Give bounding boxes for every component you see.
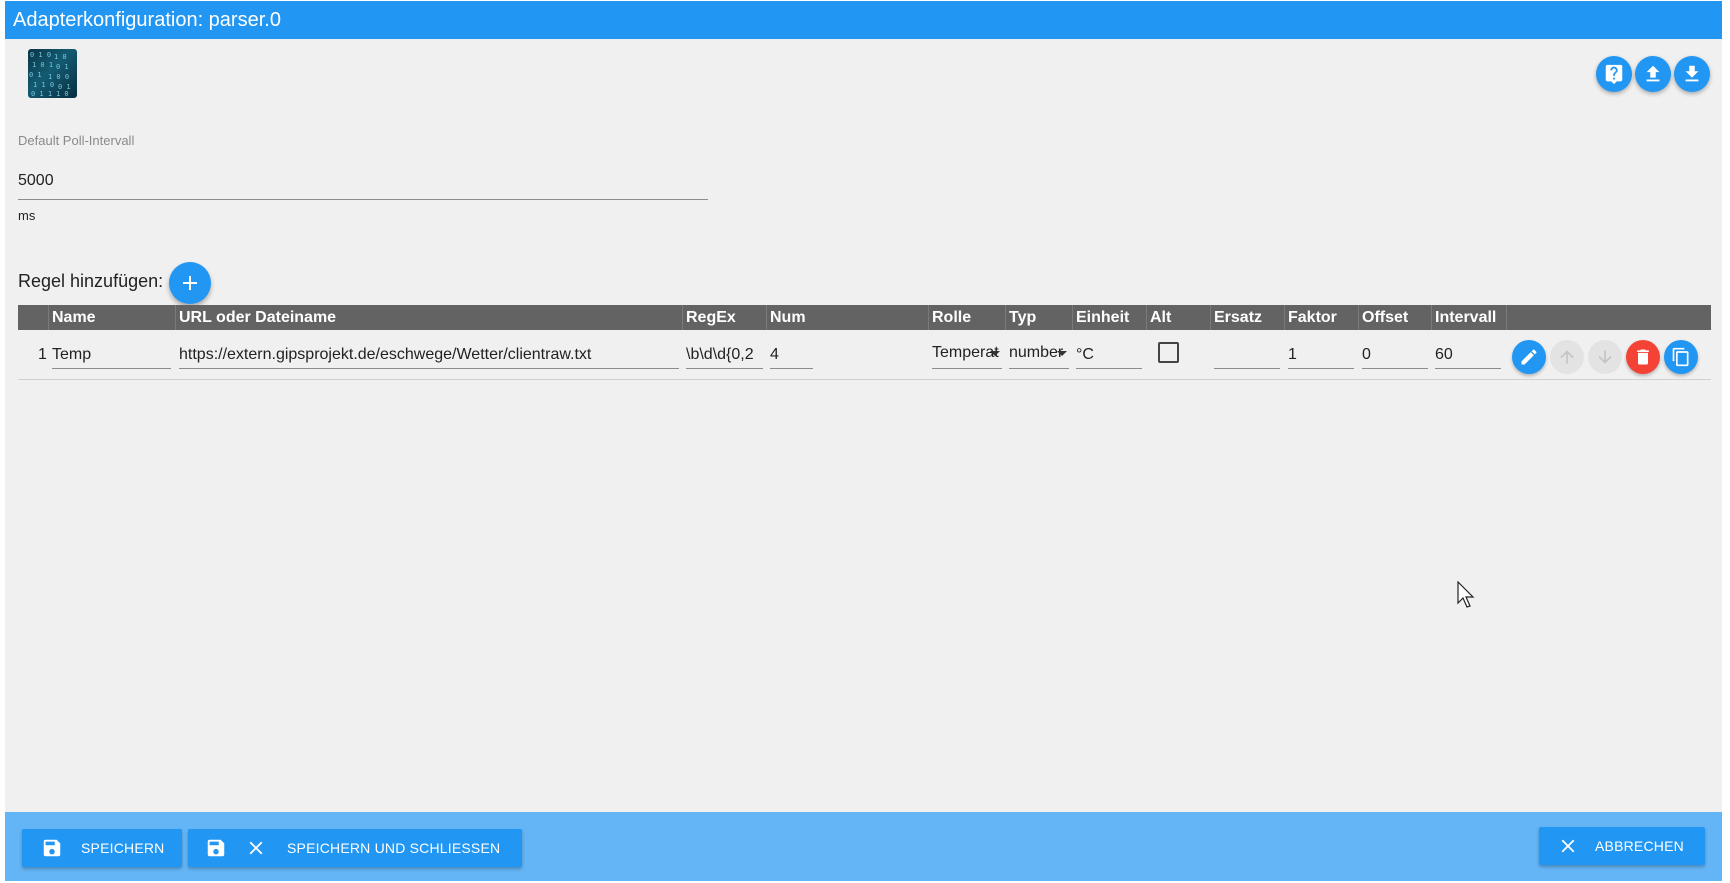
trash-icon bbox=[1637, 349, 1649, 365]
floppy-icon bbox=[43, 839, 61, 857]
close-icon bbox=[1561, 839, 1575, 853]
col-actions bbox=[1506, 305, 1711, 330]
mouse-cursor-icon bbox=[1457, 581, 1475, 608]
save-close-button[interactable]: SPEICHERN UND SCHLIESSEN bbox=[188, 829, 522, 867]
svg-text:0 1 1: 0 1 1 bbox=[31, 90, 52, 98]
rule-num-input[interactable] bbox=[770, 341, 813, 369]
svg-text:1 0 0: 1 0 0 bbox=[48, 73, 69, 81]
col-alt: Alt bbox=[1146, 305, 1210, 330]
col-regex: RegEx bbox=[682, 305, 766, 330]
poll-interval-input[interactable] bbox=[18, 163, 708, 200]
col-rolle: Rolle bbox=[928, 305, 1005, 330]
footer-bar: SPEICHERN SPEICHERN UND SCHLIESSEN ABBRE… bbox=[5, 812, 1722, 881]
col-einheit: Einheit bbox=[1072, 305, 1146, 330]
rules-table-header: Name URL oder Dateiname RegEx Num Rolle … bbox=[18, 305, 1711, 330]
move-down-button[interactable] bbox=[1588, 340, 1622, 374]
rule-unit-input[interactable] bbox=[1076, 341, 1142, 369]
pencil-icon bbox=[1521, 349, 1537, 365]
help-button[interactable] bbox=[1596, 56, 1632, 92]
arrow-down-icon bbox=[1598, 350, 1612, 364]
col-num: Num bbox=[766, 305, 928, 330]
upload-button[interactable] bbox=[1635, 56, 1671, 92]
rule-name-input[interactable] bbox=[52, 341, 171, 369]
rule-regex-input[interactable] bbox=[686, 341, 763, 369]
help-icon bbox=[1605, 64, 1623, 85]
dropdown-arrow-icon bbox=[990, 351, 1000, 356]
move-up-button[interactable] bbox=[1550, 340, 1584, 374]
rule-ersatz-input[interactable] bbox=[1214, 341, 1280, 369]
save-button[interactable]: SPEICHERN bbox=[22, 829, 182, 867]
plus-icon bbox=[183, 276, 197, 290]
save-button-label: SPEICHERN bbox=[81, 840, 165, 856]
add-rule-button[interactable] bbox=[169, 262, 211, 304]
arrow-up-icon bbox=[1560, 350, 1574, 364]
svg-text:1 0 1: 1 0 1 bbox=[32, 61, 53, 69]
dropdown-arrow-icon bbox=[1057, 351, 1067, 356]
col-faktor: Faktor bbox=[1284, 305, 1358, 330]
poll-interval-label: Default Poll-Intervall bbox=[18, 133, 135, 148]
download-button[interactable] bbox=[1674, 56, 1710, 92]
col-name: Name bbox=[48, 305, 175, 330]
col-intervall: Intervall bbox=[1431, 305, 1506, 330]
cancel-button-label: ABBRECHEN bbox=[1595, 838, 1684, 854]
svg-text:1 0: 1 0 bbox=[54, 53, 67, 61]
rule-offset-input[interactable] bbox=[1362, 341, 1428, 369]
floppy-icon bbox=[207, 839, 225, 857]
col-offset: Offset bbox=[1358, 305, 1431, 330]
row-index: 1 bbox=[38, 346, 47, 363]
download-icon bbox=[1685, 65, 1699, 82]
rule-type-select[interactable]: number bbox=[1009, 341, 1069, 369]
window-title: Adapterkonfiguration: parser.0 bbox=[5, 1, 1722, 39]
svg-text:1 1 0: 1 1 0 bbox=[33, 81, 54, 89]
rule-alt-checkbox[interactable] bbox=[1158, 342, 1179, 363]
save-close-button-label: SPEICHERN UND SCHLIESSEN bbox=[287, 840, 501, 856]
svg-text:1 0: 1 0 bbox=[56, 90, 69, 98]
rule-url-input[interactable] bbox=[179, 341, 679, 369]
rule-interval-input[interactable] bbox=[1435, 341, 1501, 369]
col-url: URL oder Dateiname bbox=[175, 305, 682, 330]
adapter-config-window: Adapterkonfiguration: parser.0 0 1 0 1 0… bbox=[5, 1, 1722, 881]
copy-icon bbox=[1672, 347, 1689, 367]
cancel-button[interactable]: ABBRECHEN bbox=[1539, 827, 1705, 865]
delete-rule-button[interactable] bbox=[1626, 340, 1660, 374]
svg-text:0 1: 0 1 bbox=[56, 63, 69, 71]
col-typ: Typ bbox=[1005, 305, 1072, 330]
svg-text:0 1 0: 0 1 0 bbox=[30, 51, 51, 59]
add-rule-label: Regel hinzufügen: bbox=[18, 271, 164, 291]
rule-role-select[interactable]: Temperat bbox=[932, 341, 1002, 369]
adapter-logo: 0 1 0 1 0 1 0 1 0 1 0 1 1 0 0 1 1 0 0 1 … bbox=[28, 49, 77, 98]
col-ersatz: Ersatz bbox=[1210, 305, 1284, 330]
table-row: 1 Temperat number bbox=[18, 332, 1711, 380]
close-icon bbox=[249, 841, 263, 855]
upload-icon bbox=[1646, 65, 1660, 82]
poll-interval-unit: ms bbox=[18, 208, 36, 223]
rule-factor-input[interactable] bbox=[1288, 341, 1354, 369]
copy-rule-button[interactable] bbox=[1664, 340, 1698, 374]
svg-text:0 1: 0 1 bbox=[29, 71, 42, 79]
edit-rule-button[interactable] bbox=[1512, 340, 1546, 374]
